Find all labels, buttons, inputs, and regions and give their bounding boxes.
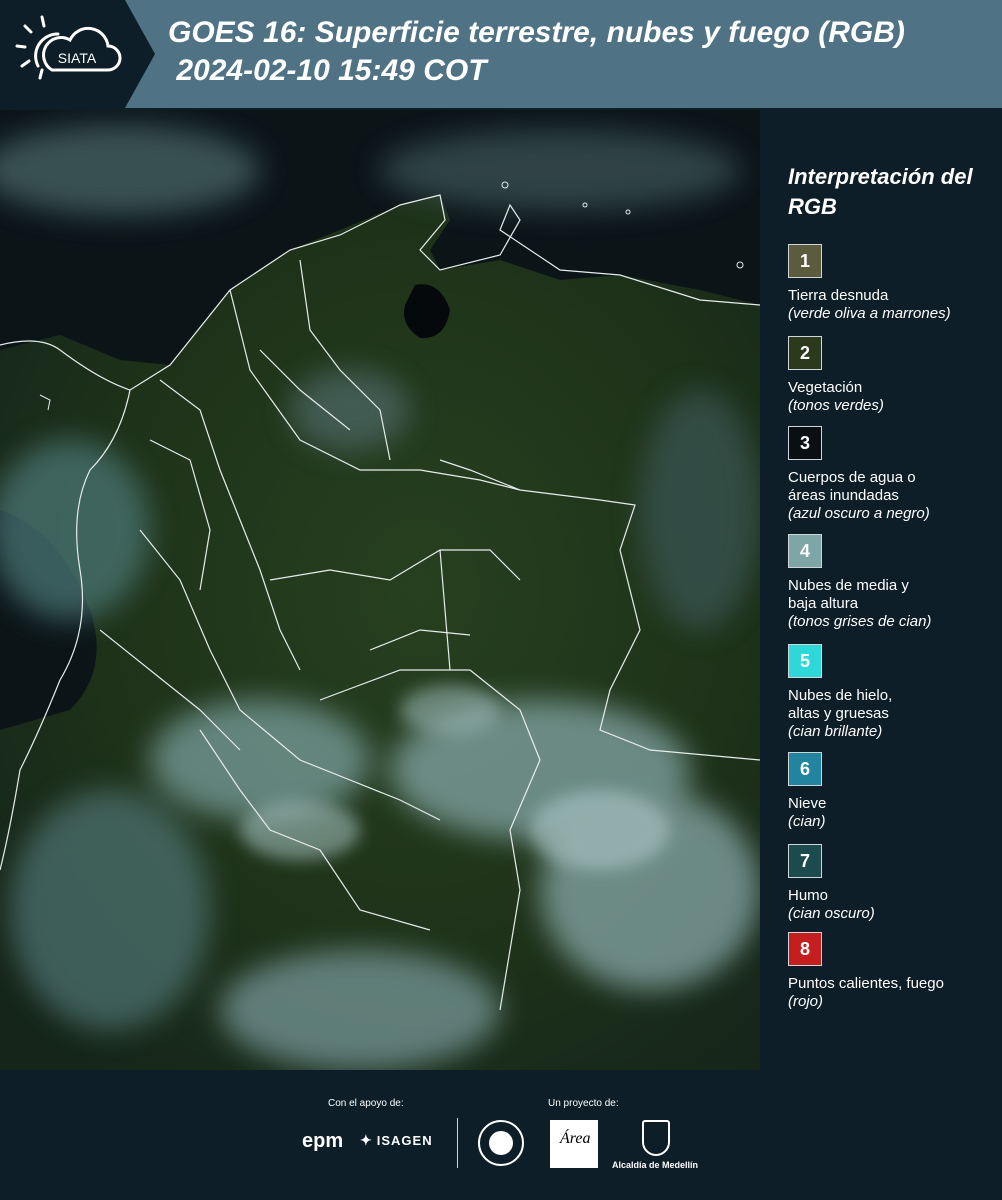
footer: Con el apoyo de: Un proyecto de: epm ✦ IS…	[0, 1070, 1002, 1200]
isagen-icon: ✦	[360, 1132, 373, 1148]
legend-item: 7 Humo (cian oscuro)	[788, 844, 998, 923]
area-metropolitana-logo: Área	[550, 1120, 598, 1168]
legend-item: 6 Nieve (cian)	[788, 752, 998, 831]
epm-logo: epm	[302, 1130, 344, 1152]
legend-item: 2 Vegetación (tonos verdes)	[788, 336, 998, 415]
legend-item: 1 Tierra desnuda (verde oliva a marrones…	[788, 244, 998, 323]
footer-divider	[457, 1118, 458, 1168]
legend-swatch: 5	[788, 644, 822, 678]
legend-swatch: 7	[788, 844, 822, 878]
satellite-map[interactable]	[0, 110, 760, 1070]
legend-swatch: 6	[788, 752, 822, 786]
legend-desc: (tonos grises de cian)	[788, 613, 932, 630]
legend-label: Tierra desnuda	[788, 287, 889, 304]
legend-item: 4 Nubes de media y baja altura (tonos gr…	[788, 534, 998, 631]
legend-swatch: 3	[788, 426, 822, 460]
title-timestamp: 2024-02-10 15:49 COT	[168, 54, 487, 87]
legend-label: Nubes de hielo, altas y gruesas	[788, 687, 893, 722]
legend-item: 8 Puntos calientes, fuego (rojo)	[788, 932, 998, 1011]
legend-item: 3 Cuerpos de agua o áreas inundadas (azu…	[788, 426, 998, 523]
rgb-legend: Interpretación del RGB 1 Tierra desnuda …	[776, 110, 1002, 1070]
legend-desc: (azul oscuro a negro)	[788, 505, 930, 522]
legend-title: Interpretación del RGB	[788, 164, 973, 219]
legend-swatch: 4	[788, 534, 822, 568]
page-title: GOES 16: Superficie terrestre, nubes y f…	[168, 14, 905, 90]
legend-desc: (rojo)	[788, 993, 824, 1010]
legend-item: 5 Nubes de hielo, altas y gruesas (cian …	[788, 644, 998, 741]
legend-swatch: 8	[788, 932, 822, 966]
medellin-shield-icon	[642, 1120, 670, 1156]
legend-desc: (verde oliva a marrones)	[788, 305, 951, 322]
university-seal-icon	[478, 1120, 524, 1166]
medellin-label: Alcaldía de Medellín	[612, 1160, 699, 1170]
legend-swatch: 1	[788, 244, 822, 278]
legend-label: Puntos calientes, fuego	[788, 975, 944, 992]
legend-desc: (cian oscuro)	[788, 905, 875, 922]
siata-logo: SIATA	[0, 0, 155, 108]
header-bar: SIATA GOES 16: Superficie terrestre, nub…	[0, 0, 1002, 108]
legend-desc: (cian)	[788, 813, 826, 830]
support-label: Con el apoyo de:	[328, 1098, 404, 1109]
project-label: Un proyecto de:	[548, 1098, 619, 1109]
legend-label: Vegetación	[788, 379, 863, 396]
legend-swatch: 2	[788, 336, 822, 370]
isagen-logo: ✦ ISAGEN	[360, 1132, 433, 1148]
svg-text:SIATA: SIATA	[58, 50, 97, 66]
legend-label: Nubes de media y baja altura	[788, 577, 909, 612]
title-product: GOES 16: Superficie terrestre, nubes y f…	[168, 16, 905, 49]
legend-label: Cuerpos de agua o áreas inundadas	[788, 469, 916, 504]
legend-label: Humo	[788, 887, 829, 904]
legend-label: Nieve	[788, 795, 827, 812]
legend-desc: (cian brillante)	[788, 723, 883, 740]
legend-desc: (tonos verdes)	[788, 397, 884, 414]
